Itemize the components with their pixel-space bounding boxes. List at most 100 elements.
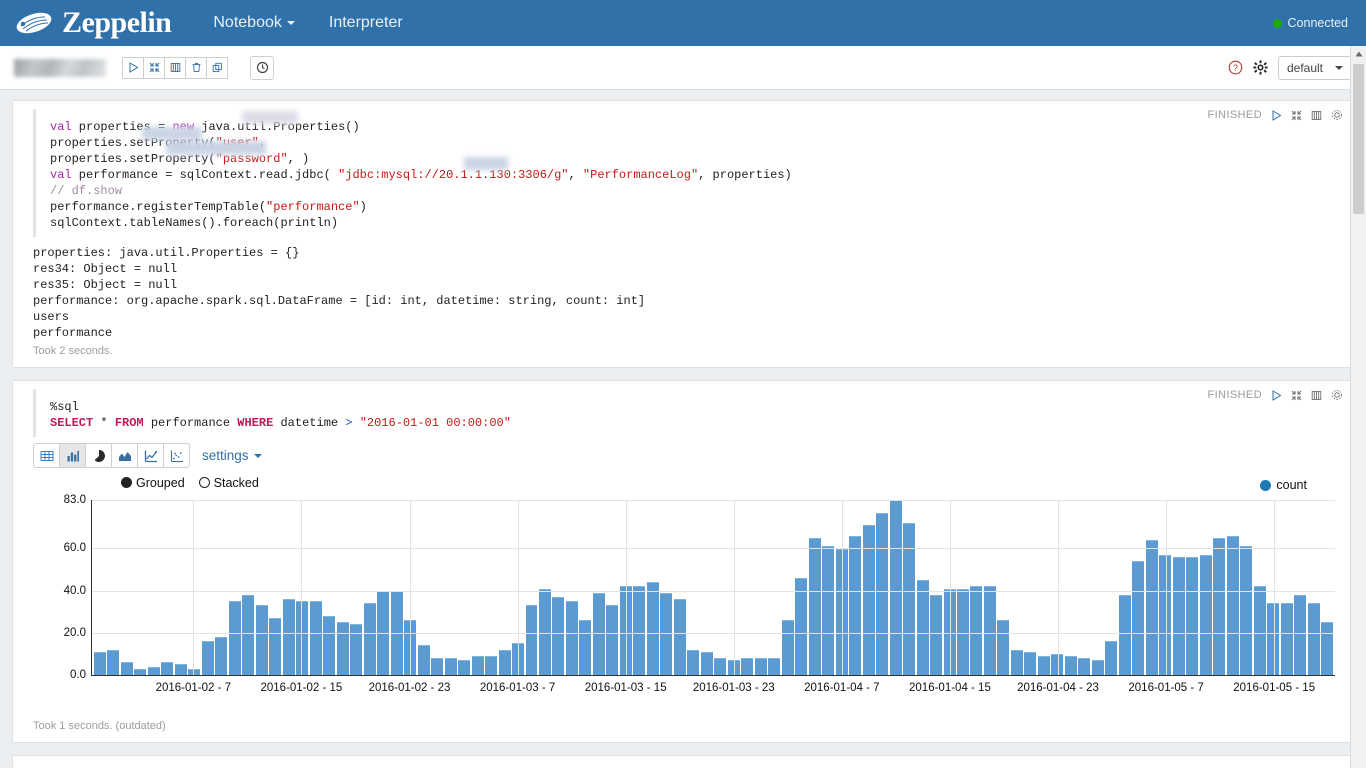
chart-bar[interactable] xyxy=(795,578,808,675)
chart-bar[interactable] xyxy=(161,662,174,675)
chart-bar[interactable] xyxy=(916,580,929,675)
chart-bar[interactable] xyxy=(1321,622,1334,675)
chart-bar[interactable] xyxy=(485,656,498,675)
chart-bar[interactable] xyxy=(660,592,673,675)
chart-bar[interactable] xyxy=(1172,556,1185,675)
chart-bar[interactable] xyxy=(269,618,282,675)
chart-bar[interactable] xyxy=(431,658,444,675)
cron-scheduler-button[interactable] xyxy=(250,55,274,80)
chart-bar[interactable] xyxy=(107,649,120,675)
chart-bar[interactable] xyxy=(849,535,862,675)
chart-bar[interactable] xyxy=(1132,561,1145,675)
area-chart-view-button[interactable] xyxy=(111,443,138,468)
chart-mode-stacked[interactable]: Stacked xyxy=(198,476,259,490)
chart-bar[interactable] xyxy=(1037,656,1050,675)
chart-bar[interactable] xyxy=(606,605,619,675)
chart-bar[interactable] xyxy=(822,546,835,675)
chart-legend[interactable]: count xyxy=(1260,478,1307,492)
chart-bar[interactable] xyxy=(323,615,336,675)
chart-settings-toggle[interactable]: settings xyxy=(202,448,262,463)
chart-bar[interactable] xyxy=(592,592,605,675)
chart-bar[interactable] xyxy=(808,537,821,675)
bar-chart-view-button[interactable] xyxy=(59,443,86,468)
chart-bar[interactable] xyxy=(1010,649,1023,675)
chart-bar[interactable] xyxy=(538,588,551,675)
chart-bar[interactable] xyxy=(1064,656,1077,675)
note-title[interactable] xyxy=(14,58,106,77)
chart-bar[interactable] xyxy=(754,658,767,675)
help-button[interactable]: ? xyxy=(1228,60,1243,75)
chart-bar[interactable] xyxy=(997,620,1010,675)
chart-bar[interactable] xyxy=(94,651,106,675)
nav-link-interpreter[interactable]: Interpreter xyxy=(315,8,417,38)
chart-bar[interactable] xyxy=(1199,554,1212,675)
table-view-button[interactable] xyxy=(33,443,60,468)
chart-bar[interactable] xyxy=(242,594,255,675)
chart-bar[interactable] xyxy=(1118,594,1131,675)
chart-bar[interactable] xyxy=(228,601,241,675)
chart-bar[interactable] xyxy=(646,582,659,675)
chart-bar[interactable] xyxy=(336,622,349,675)
chart-bar[interactable] xyxy=(147,666,160,675)
chart-bar[interactable] xyxy=(498,649,511,675)
clone-note-button[interactable] xyxy=(206,56,228,79)
chart-bar[interactable] xyxy=(889,500,902,675)
line-chart-view-button[interactable] xyxy=(137,443,164,468)
chart-bar[interactable] xyxy=(255,605,268,675)
chart-bar[interactable] xyxy=(174,664,187,675)
chart-bar[interactable] xyxy=(876,512,889,675)
scrollbar-thumb[interactable] xyxy=(1353,64,1364,214)
chart-bar[interactable] xyxy=(579,620,592,675)
chart-bar[interactable] xyxy=(687,649,700,675)
chart-bar[interactable] xyxy=(903,523,916,675)
chart-bar[interactable] xyxy=(970,586,983,675)
chart-bar[interactable] xyxy=(983,586,996,675)
chart-bar[interactable] xyxy=(1240,546,1253,675)
chart-bar[interactable] xyxy=(552,597,565,675)
chart-bar[interactable] xyxy=(768,658,781,675)
chart-bar[interactable] xyxy=(363,603,376,675)
chart-bar[interactable] xyxy=(1294,594,1307,675)
chart-bar[interactable] xyxy=(1226,535,1239,675)
page-scrollbar[interactable] xyxy=(1350,46,1366,768)
chart-bar[interactable] xyxy=(458,660,471,675)
pie-chart-view-button[interactable] xyxy=(85,443,112,468)
chart-bar[interactable] xyxy=(1105,641,1118,675)
scroll-up-arrow[interactable] xyxy=(1351,46,1366,62)
chart-bar[interactable] xyxy=(930,594,943,675)
chart-bar[interactable] xyxy=(633,586,646,675)
chart-bar[interactable] xyxy=(1024,651,1037,675)
collapse-all-button[interactable] xyxy=(143,56,165,79)
brand[interactable]: Zeppelin xyxy=(14,8,172,38)
chart-bar[interactable] xyxy=(471,656,484,675)
chart-bar[interactable] xyxy=(565,601,578,675)
chart-bar[interactable] xyxy=(1280,603,1293,675)
show-hide-code-button[interactable] xyxy=(164,56,186,79)
chart-bar[interactable] xyxy=(1078,658,1091,675)
chart-bar[interactable] xyxy=(1145,540,1158,675)
chart-bar[interactable] xyxy=(134,668,147,675)
chart-bar[interactable] xyxy=(120,662,133,675)
chart-bar[interactable] xyxy=(1267,603,1280,675)
chart-bar[interactable] xyxy=(525,605,538,675)
nav-link-notebook[interactable]: Notebook xyxy=(199,8,309,38)
chart-bar[interactable] xyxy=(309,601,322,675)
chart-bar[interactable] xyxy=(1091,660,1104,675)
run-all-button[interactable] xyxy=(122,56,144,79)
chart-mode-grouped[interactable]: Grouped xyxy=(121,476,185,490)
interpreter-binding-dropdown[interactable]: default xyxy=(1277,55,1352,80)
chart-bar[interactable] xyxy=(1213,537,1226,675)
chart-bar[interactable] xyxy=(215,637,228,675)
chart-bar[interactable] xyxy=(1253,586,1266,675)
chart-bar[interactable] xyxy=(957,588,969,675)
chart-bar[interactable] xyxy=(444,658,457,675)
chart-bar[interactable] xyxy=(781,620,794,675)
chart-bar[interactable] xyxy=(201,641,214,675)
paragraph-2-code-editor[interactable]: %sql SELECT * FROM performance WHERE dat… xyxy=(33,389,1343,437)
chart-bar[interactable] xyxy=(282,599,295,675)
paragraph-1-code-editor[interactable]: val properties = new java.util.Propertie… xyxy=(33,109,1343,237)
chart-bar[interactable] xyxy=(417,645,430,675)
scatter-chart-view-button[interactable] xyxy=(163,443,190,468)
chart-bar[interactable] xyxy=(1307,603,1320,675)
chart-bar[interactable] xyxy=(700,651,713,675)
